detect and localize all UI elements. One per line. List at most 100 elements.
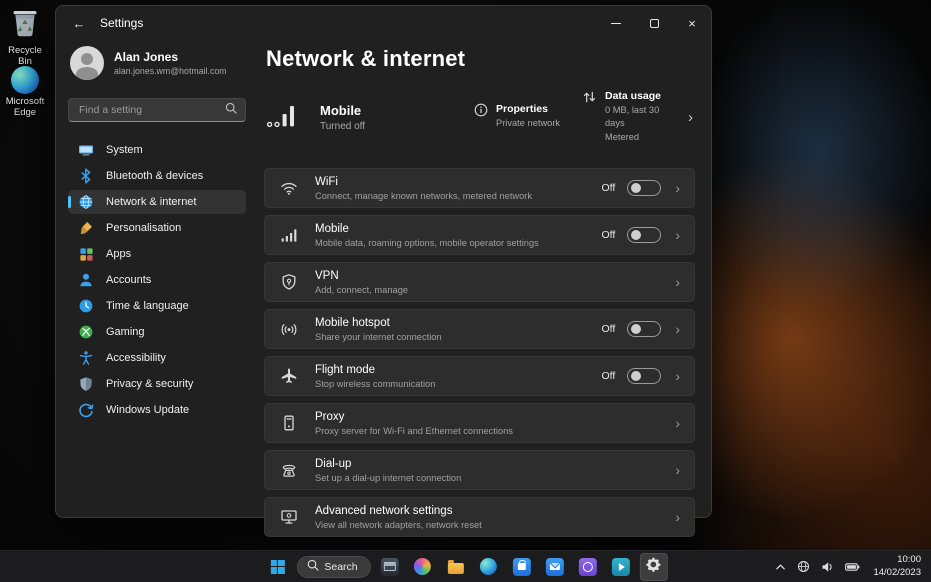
mail-icon xyxy=(545,557,564,576)
toggle-state-label: Off xyxy=(601,182,616,195)
photos-icon xyxy=(414,558,432,575)
data-usage-link[interactable]: Data usage 0 MB, last 30 days Metered xyxy=(582,90,680,144)
system-icon xyxy=(78,142,94,158)
info-icon xyxy=(474,103,488,122)
hotspot-icon xyxy=(279,320,299,338)
sidebar-item-apps[interactable]: Apps xyxy=(68,242,246,266)
mobile-signal-icon xyxy=(266,102,296,133)
taskbar-clock[interactable]: 10:00 14/02/2023 xyxy=(869,554,925,580)
sidebar-item-label: Accessibility xyxy=(106,352,166,364)
taskbar-app-purple[interactable] xyxy=(574,553,602,581)
card-proxy[interactable]: Proxy Proxy server for Wi-Fi and Etherne… xyxy=(264,403,695,444)
battery-icon[interactable] xyxy=(843,560,862,574)
card-title: WiFi xyxy=(315,176,338,189)
wifi-icon xyxy=(279,179,299,197)
card-advanced-network-settings[interactable]: Advanced network settings View all netwo… xyxy=(264,497,695,538)
data-usage-arrows-icon xyxy=(582,90,597,109)
data-usage-line2: Metered xyxy=(605,131,640,142)
sidebar-item-label: Personalisation xyxy=(106,222,182,234)
account-profile[interactable]: Alan Jones alan.jones.wm@hotmail.com xyxy=(68,42,246,84)
settings-sidebar: Alan Jones alan.jones.wm@hotmail.com Sys… xyxy=(56,40,252,517)
back-button[interactable]: ← xyxy=(64,10,94,36)
close-button[interactable]: × xyxy=(673,6,711,40)
volume-icon[interactable] xyxy=(819,559,836,575)
properties-link[interactable]: Properties Private network xyxy=(474,103,582,130)
taskbar: Search 10:00 14/02/2023 xyxy=(0,550,931,582)
wifi-toggle[interactable] xyxy=(627,180,662,197)
sidebar-item-bluetooth-devices[interactable]: Bluetooth & devices xyxy=(68,164,246,188)
taskbar-file-explorer[interactable] xyxy=(442,553,470,581)
card-mobile-hotspot[interactable]: Mobile hotspot Share your internet conne… xyxy=(264,309,695,350)
flight-mode-toggle[interactable] xyxy=(627,368,662,385)
taskbar-mail[interactable] xyxy=(541,553,569,581)
start-button[interactable] xyxy=(263,553,291,581)
sidebar-item-label: Windows Update xyxy=(106,404,190,416)
toggle-state-label: Off xyxy=(601,229,616,242)
taskbar-app-photos[interactable] xyxy=(409,553,437,581)
desktop-icon-edge[interactable]: Microsoft Edge xyxy=(1,66,49,119)
taskbar-search[interactable]: Search xyxy=(296,555,371,578)
sidebar-item-label: Network & internet xyxy=(106,196,197,208)
settings-search-box[interactable] xyxy=(68,98,246,122)
settings-gear-icon xyxy=(645,556,662,578)
taskbar-store[interactable] xyxy=(508,553,536,581)
properties-value: Private network xyxy=(496,118,561,129)
desktop-icon-label: Microsoft Edge xyxy=(5,96,45,118)
personalisation-brush-icon xyxy=(78,220,94,236)
sidebar-nav: System Bluetooth & devices Network & int… xyxy=(68,138,246,422)
taskbar-app-teal[interactable] xyxy=(607,553,635,581)
taskbar-settings[interactable] xyxy=(639,552,668,581)
sidebar-item-accessibility[interactable]: Accessibility xyxy=(68,346,246,370)
card-vpn[interactable]: VPN Add, connect, manage › xyxy=(264,262,695,303)
mobile-status-row[interactable]: Mobile Turned off Properties Private net… xyxy=(264,90,695,144)
search-input[interactable] xyxy=(77,103,225,117)
network-tray-icon[interactable] xyxy=(795,558,812,575)
mobile-bars-icon xyxy=(279,226,299,244)
accessibility-person-icon xyxy=(78,350,94,366)
hidden-icons-chevron[interactable] xyxy=(773,561,788,573)
card-subtitle: Proxy server for Wi-Fi and Ethernet conn… xyxy=(315,425,513,436)
card-mobile[interactable]: Mobile Mobile data, roaming options, mob… xyxy=(264,215,695,256)
toggle-state-label: Off xyxy=(601,370,616,383)
card-subtitle: Stop wireless communication xyxy=(315,378,436,389)
dialup-phone-icon xyxy=(279,461,299,479)
settings-window: ← Settings × Alan Jones alan.jones.wm@ho… xyxy=(55,5,712,538)
sidebar-item-label: Apps xyxy=(106,248,132,260)
titlebar[interactable]: ← Settings × xyxy=(56,6,711,40)
card-title: Mobile hotspot xyxy=(315,317,390,330)
sidebar-item-personalisation[interactable]: Personalisation xyxy=(68,216,246,240)
sidebar-item-label: Privacy & security xyxy=(106,378,194,390)
recycle-bin-icon xyxy=(10,6,40,43)
search-icon xyxy=(306,559,318,574)
sidebar-item-time-language[interactable]: Time & language xyxy=(68,294,246,318)
minimize-button[interactable] xyxy=(597,6,635,40)
settings-main: Network & internet Mobile Turned off Pro… xyxy=(252,40,711,538)
card-flight-mode[interactable]: Flight mode Stop wireless communication … xyxy=(264,356,695,397)
card-wifi[interactable]: WiFi Connect, manage known networks, met… xyxy=(264,168,695,209)
maximize-button[interactable] xyxy=(635,6,673,40)
taskbar-edge[interactable] xyxy=(475,553,503,581)
clock-date: 14/02/2023 xyxy=(873,566,921,578)
taskbar-app-window[interactable] xyxy=(376,553,404,581)
chevron-right-icon: › xyxy=(675,415,680,432)
chevron-right-icon: › xyxy=(675,321,680,338)
sidebar-item-label: System xyxy=(106,144,143,156)
card-dial-up[interactable]: Dial-up Set up a dial-up internet connec… xyxy=(264,450,695,491)
card-title: Dial-up xyxy=(315,458,352,471)
mobile-toggle[interactable] xyxy=(627,227,662,244)
window-title: Settings xyxy=(100,16,144,30)
sidebar-item-gaming[interactable]: Gaming xyxy=(68,320,246,344)
sidebar-item-privacy-security[interactable]: Privacy & security xyxy=(68,372,246,396)
sidebar-item-accounts[interactable]: Accounts xyxy=(68,268,246,292)
sidebar-item-network-internet[interactable]: Network & internet xyxy=(68,190,246,214)
chevron-right-icon: › xyxy=(675,227,680,244)
mobile-hotspot-toggle[interactable] xyxy=(627,321,662,338)
store-icon xyxy=(512,557,531,576)
chevron-right-icon: › xyxy=(675,462,680,479)
chevron-right-icon: › xyxy=(675,180,680,197)
sidebar-item-system[interactable]: System xyxy=(68,138,246,162)
sidebar-item-windows-update[interactable]: Windows Update xyxy=(68,398,246,422)
desktop-icon-recycle-bin[interactable]: Recycle Bin xyxy=(1,6,49,68)
search-icon xyxy=(225,101,237,119)
hero-status: Turned off xyxy=(320,120,366,132)
